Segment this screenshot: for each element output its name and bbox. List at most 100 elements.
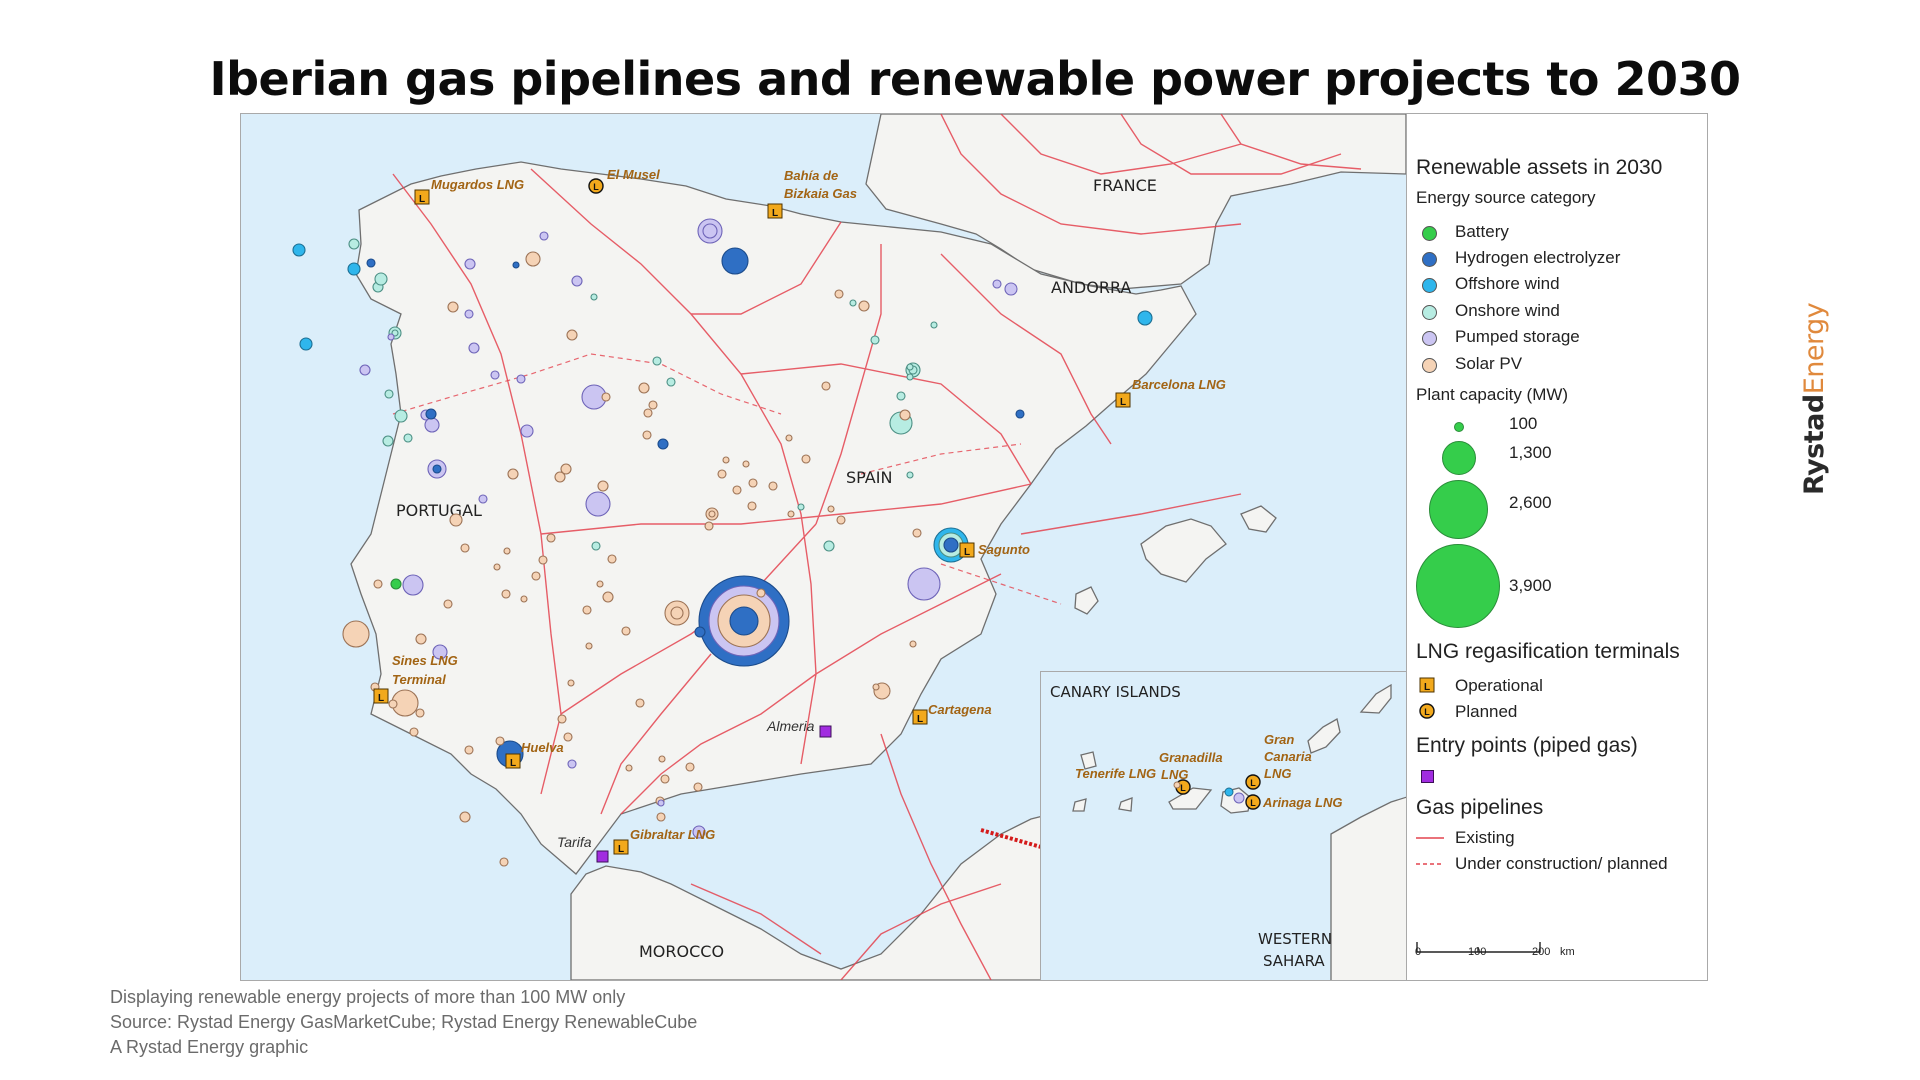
project-onshore-wind[interactable] bbox=[896, 391, 906, 401]
project-pumped-storage[interactable] bbox=[402, 574, 424, 596]
canary-islands-inset[interactable]: CANARY ISLANDS L Tenerife LNG Granadilla… bbox=[1040, 671, 1408, 980]
project-offshore-wind[interactable] bbox=[1137, 310, 1153, 326]
project-onshore-wind[interactable] bbox=[870, 335, 880, 345]
project-solar-pv[interactable] bbox=[531, 571, 541, 581]
project-solar-pv[interactable] bbox=[836, 515, 846, 525]
project-solar-pv[interactable] bbox=[459, 811, 471, 823]
project-pumped-storage[interactable] bbox=[1004, 282, 1018, 296]
project-solar-pv[interactable] bbox=[742, 460, 750, 468]
project-solar-pv[interactable] bbox=[872, 683, 880, 691]
project-hydrogen[interactable] bbox=[1015, 409, 1025, 419]
project-pumped-storage[interactable] bbox=[585, 491, 611, 517]
project-pumped-storage[interactable] bbox=[424, 417, 440, 433]
project-onshore-wind[interactable] bbox=[384, 389, 394, 399]
project-solar-pv[interactable] bbox=[415, 633, 427, 645]
terminal-cartagena[interactable]: L bbox=[912, 709, 928, 725]
project-pumped-storage[interactable] bbox=[1233, 792, 1245, 804]
project-onshore-wind[interactable] bbox=[666, 377, 676, 387]
project-pumped-storage[interactable] bbox=[516, 374, 526, 384]
project-onshore-wind[interactable] bbox=[348, 238, 360, 250]
project-hydrogen[interactable] bbox=[432, 464, 442, 474]
project-onshore-wind[interactable] bbox=[382, 435, 394, 447]
project-hydrogen[interactable] bbox=[425, 408, 437, 420]
project-onshore-wind[interactable] bbox=[797, 503, 805, 511]
project-solar-pv[interactable] bbox=[566, 329, 578, 341]
project-onshore-wind[interactable] bbox=[930, 321, 938, 329]
project-solar-pv[interactable] bbox=[601, 392, 611, 402]
project-hydrogen[interactable] bbox=[657, 438, 669, 450]
project-solar-pv[interactable] bbox=[464, 745, 474, 755]
project-solar-pv[interactable] bbox=[538, 555, 548, 565]
project-pumped-storage[interactable] bbox=[464, 258, 476, 270]
project-onshore-wind[interactable] bbox=[823, 540, 835, 552]
terminal-sagunto[interactable]: L bbox=[959, 542, 975, 558]
project-solar-pv[interactable] bbox=[415, 708, 425, 718]
project-solar-pv[interactable] bbox=[670, 606, 684, 620]
terminal-gran-canaria[interactable]: L bbox=[1245, 774, 1261, 790]
project-onshore-wind[interactable] bbox=[394, 409, 408, 423]
project-solar-pv[interactable] bbox=[912, 528, 922, 538]
project-solar-pv[interactable] bbox=[597, 480, 609, 492]
terminal-el-musel[interactable]: L bbox=[588, 178, 604, 194]
project-solar-pv[interactable] bbox=[503, 547, 511, 555]
project-solar-pv[interactable] bbox=[342, 620, 370, 648]
project-solar-pv[interactable] bbox=[909, 640, 917, 648]
project-pumped-storage[interactable] bbox=[478, 494, 488, 504]
project-pumped-storage[interactable] bbox=[539, 231, 549, 241]
map-frame[interactable]: FRANCE ANDORRA SPAIN PORTUGAL MOROCCO Al… bbox=[240, 113, 1708, 981]
project-solar-pv[interactable] bbox=[499, 857, 509, 867]
project-solar-pv[interactable] bbox=[557, 714, 567, 724]
project-pumped-storage[interactable] bbox=[468, 342, 480, 354]
project-solar-pv[interactable] bbox=[525, 251, 541, 267]
project-solar-pv[interactable] bbox=[582, 605, 592, 615]
project-solar-pv[interactable] bbox=[834, 289, 844, 299]
terminal-sines[interactable]: L bbox=[373, 688, 389, 704]
project-solar-pv[interactable] bbox=[785, 434, 793, 442]
project-solar-pv[interactable] bbox=[638, 382, 650, 394]
project-solar-pv[interactable] bbox=[567, 679, 575, 687]
project-solar-pv[interactable] bbox=[585, 642, 593, 650]
project-solar-pv[interactable] bbox=[768, 481, 778, 491]
project-solar-pv[interactable] bbox=[660, 774, 670, 784]
project-solar-pv[interactable] bbox=[596, 580, 604, 588]
project-solar-pv[interactable] bbox=[373, 579, 383, 589]
project-solar-pv[interactable] bbox=[460, 543, 470, 553]
project-pumped-storage[interactable] bbox=[657, 799, 665, 807]
project-onshore-wind[interactable] bbox=[849, 299, 857, 307]
project-onshore-wind[interactable] bbox=[403, 433, 413, 443]
project-solar-pv[interactable] bbox=[642, 430, 652, 440]
project-pumped-storage[interactable] bbox=[702, 223, 718, 239]
project-hydrogen[interactable] bbox=[721, 247, 749, 275]
terminal-mugardos[interactable]: L bbox=[414, 189, 430, 205]
project-solar-pv[interactable] bbox=[507, 468, 519, 480]
project-pumped-storage[interactable] bbox=[571, 275, 583, 287]
project-solar-pv[interactable] bbox=[748, 478, 758, 488]
project-pumped-storage[interactable] bbox=[992, 279, 1002, 289]
project-offshore-wind[interactable] bbox=[1224, 787, 1234, 797]
project-onshore-wind[interactable] bbox=[374, 272, 388, 286]
project-hydrogen[interactable] bbox=[729, 606, 759, 636]
project-solar-pv[interactable] bbox=[635, 698, 645, 708]
project-solar-pv[interactable] bbox=[443, 599, 453, 609]
project-pumped-storage[interactable] bbox=[520, 424, 534, 438]
project-pumped-storage[interactable] bbox=[387, 333, 395, 341]
terminal-arinaga[interactable]: L bbox=[1245, 794, 1261, 810]
project-solar-pv[interactable] bbox=[732, 485, 742, 495]
project-solar-pv[interactable] bbox=[787, 510, 795, 518]
project-solar-pv[interactable] bbox=[708, 510, 716, 518]
project-solar-pv[interactable] bbox=[827, 505, 835, 513]
project-solar-pv[interactable] bbox=[495, 736, 505, 746]
project-hydrogen[interactable] bbox=[943, 537, 959, 553]
project-solar-pv[interactable] bbox=[546, 533, 556, 543]
project-solar-pv[interactable] bbox=[899, 409, 911, 421]
project-hydrogen[interactable] bbox=[512, 261, 520, 269]
project-solar-pv[interactable] bbox=[717, 469, 727, 479]
project-solar-pv[interactable] bbox=[643, 408, 653, 418]
project-solar-pv[interactable] bbox=[747, 501, 757, 511]
project-solar-pv[interactable] bbox=[449, 513, 463, 527]
project-battery[interactable] bbox=[390, 578, 402, 590]
project-solar-pv[interactable] bbox=[685, 762, 695, 772]
entry-point-almeria[interactable] bbox=[819, 725, 832, 738]
project-solar-pv[interactable] bbox=[625, 764, 633, 772]
project-pumped-storage[interactable] bbox=[907, 567, 941, 601]
